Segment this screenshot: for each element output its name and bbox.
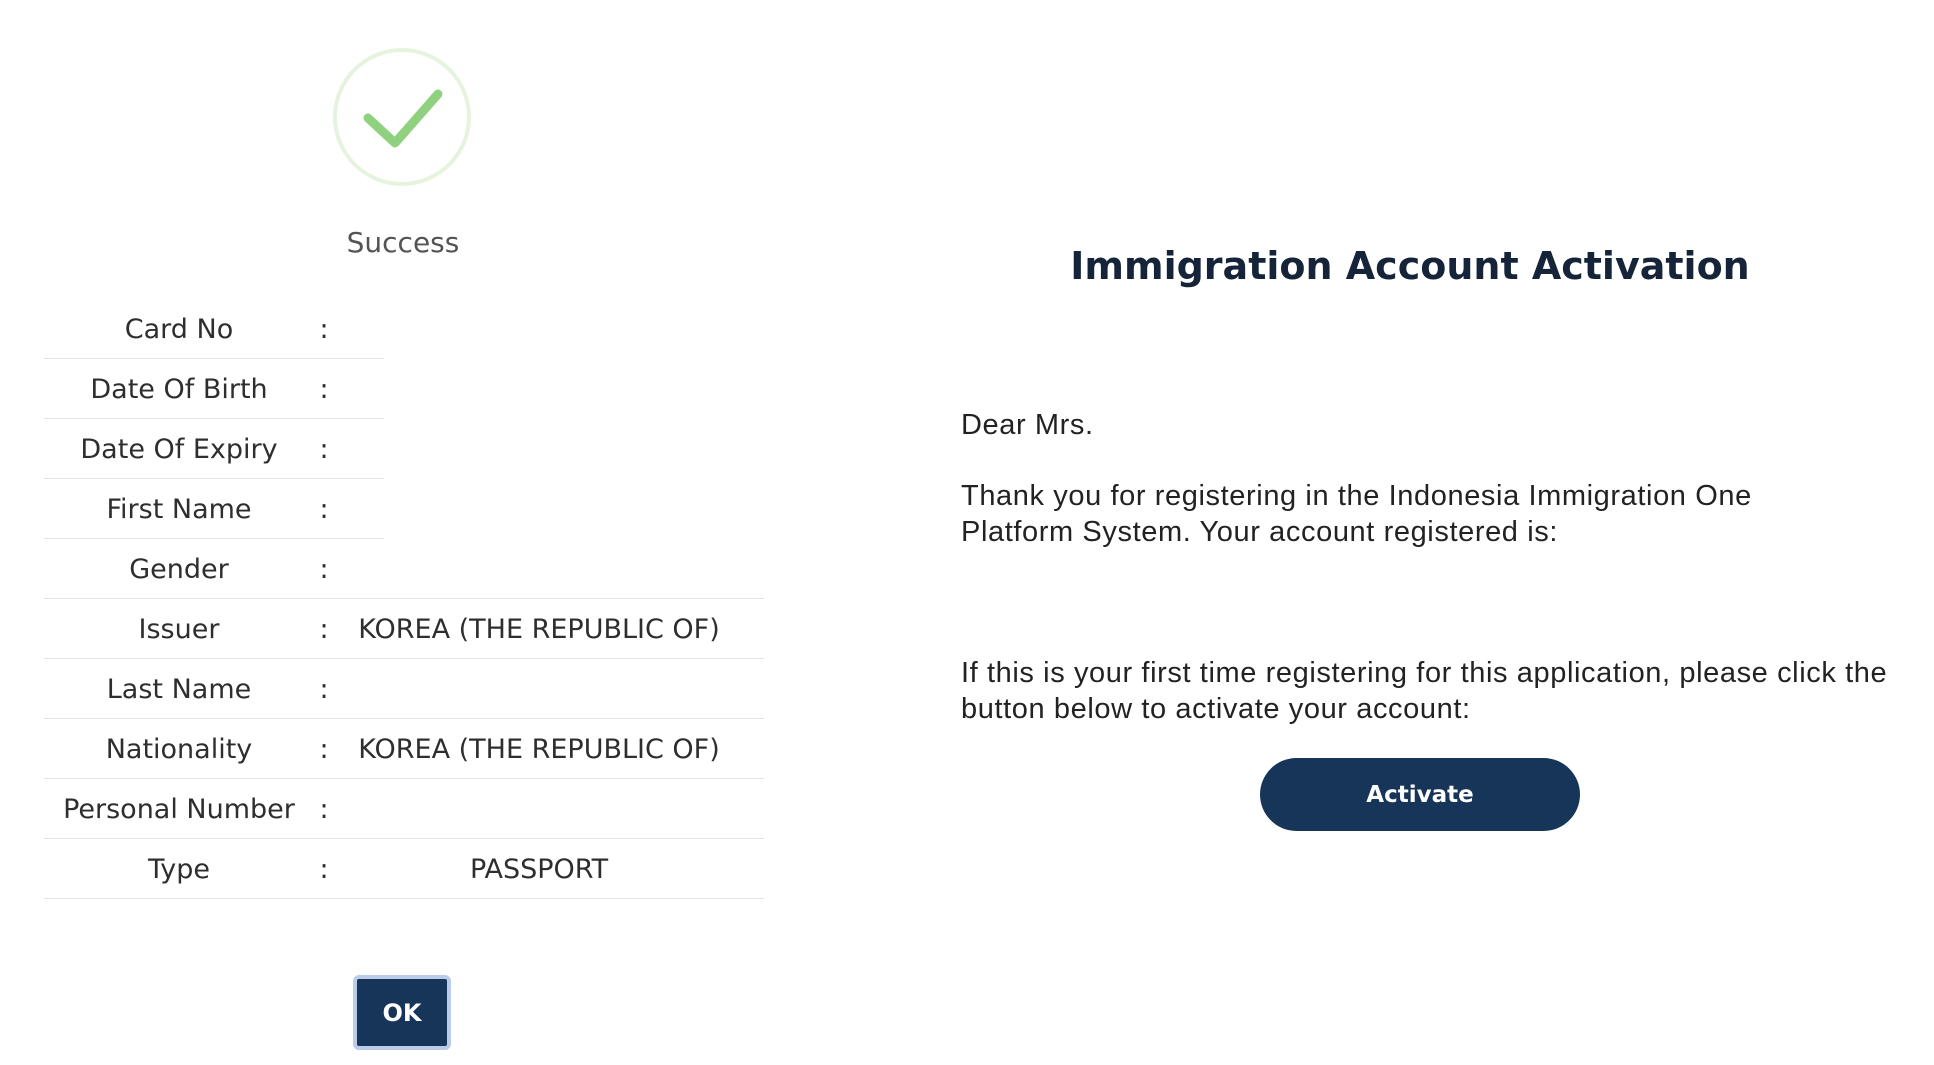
info-row-type: Type : PASSPORT: [44, 839, 764, 899]
success-dialog: Success Card No : Date Of Birth : Date O…: [0, 0, 800, 1065]
info-label: Issuer: [138, 613, 220, 645]
info-separator: :: [319, 493, 329, 525]
info-row-personal-number: Personal Number :: [44, 779, 764, 839]
info-label: Personal Number: [63, 793, 295, 825]
checkmark-circle-icon: [333, 48, 471, 186]
info-separator: :: [319, 673, 329, 705]
passport-info-table: Card No : Date Of Birth : Date Of Expiry…: [44, 299, 764, 899]
info-value: KOREA (THE REPUBLIC OF): [358, 613, 720, 645]
info-label: Type: [147, 853, 210, 885]
info-row-issuer: Issuer : KOREA (THE REPUBLIC OF): [44, 599, 764, 659]
info-label: First Name: [106, 493, 252, 525]
email-thanks-text: Thank you for registering in the Indones…: [961, 480, 1752, 548]
email-greeting: Dear Mrs.: [961, 409, 1094, 441]
activate-button[interactable]: Activate: [1260, 758, 1580, 831]
info-label: Card No: [124, 313, 234, 345]
info-separator: :: [319, 313, 329, 345]
info-label: Date Of Birth: [90, 373, 268, 405]
success-title: Success: [346, 226, 460, 259]
info-row-card-no: Card No :: [44, 299, 764, 359]
info-label: Nationality: [105, 733, 253, 765]
info-separator: :: [319, 613, 329, 645]
info-row-nationality: Nationality : KOREA (THE REPUBLIC OF): [44, 719, 764, 779]
info-separator: :: [319, 433, 329, 465]
info-separator: :: [319, 553, 329, 585]
email-title: Immigration Account Activation: [1070, 244, 1750, 288]
info-value: KOREA (THE REPUBLIC OF): [358, 733, 720, 765]
activation-email: Immigration Account Activation Dear Mrs.…: [940, 0, 1934, 1065]
info-value: PASSPORT: [469, 853, 609, 885]
info-row-gender: Gender :: [44, 539, 764, 599]
info-row-date-of-birth: Date Of Birth :: [44, 359, 764, 419]
info-separator: :: [319, 793, 329, 825]
ok-button[interactable]: OK: [353, 975, 451, 1050]
info-label: Last Name: [106, 673, 252, 705]
info-row-date-of-expiry: Date Of Expiry :: [44, 419, 764, 479]
info-separator: :: [319, 373, 329, 405]
info-row-first-name: First Name :: [44, 479, 764, 539]
info-separator: :: [319, 853, 329, 885]
info-separator: :: [319, 733, 329, 765]
checkmark-icon: [363, 89, 443, 148]
email-instructions-text: If this is your first time registering f…: [961, 657, 1888, 725]
info-label: Gender: [129, 553, 229, 585]
info-label: Date Of Expiry: [80, 433, 278, 465]
info-row-last-name: Last Name :: [44, 659, 764, 719]
